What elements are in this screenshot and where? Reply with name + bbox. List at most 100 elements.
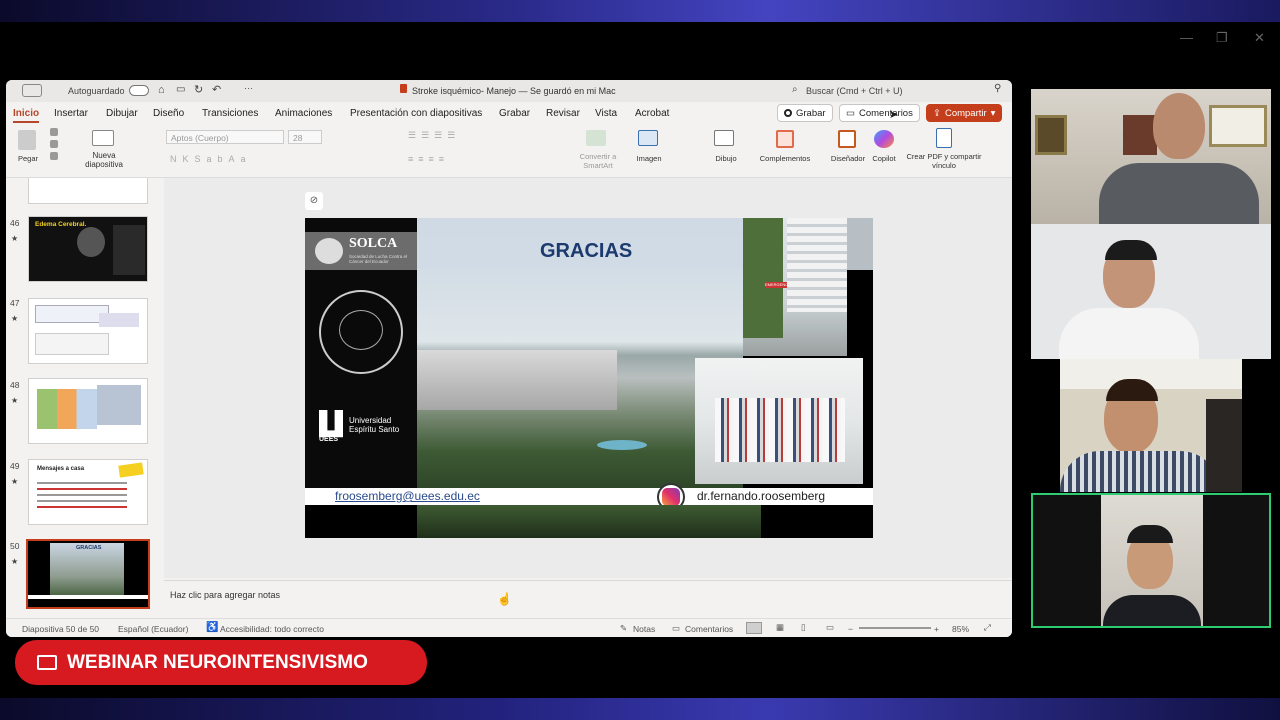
slide-sorter-icon[interactable]: ▦ xyxy=(776,622,784,633)
format-painter-icon[interactable] xyxy=(50,152,58,160)
notes-icon: ✎ xyxy=(620,623,628,633)
thumb-photo xyxy=(97,385,141,425)
picture-icon[interactable] xyxy=(638,130,658,146)
align-buttons[interactable]: ≡≡≡≡ xyxy=(408,154,449,164)
tab-dibujar[interactable]: Dibujar xyxy=(106,108,138,119)
list-buttons[interactable]: ☰☰☰☰ xyxy=(408,130,460,141)
save-icon[interactable]: ▭ xyxy=(176,84,185,95)
share-button[interactable]: ⇪ Compartir ▾ xyxy=(926,104,1003,122)
slideshow-icon[interactable]: ▭ xyxy=(826,622,834,633)
language[interactable]: Español (Ecuador) xyxy=(118,624,188,634)
record-label: Grabar xyxy=(796,107,826,119)
tab-acrobat[interactable]: Acrobat xyxy=(635,108,669,119)
current-slide[interactable]: SOLCA Sociedad de Lucha Contra el Cáncer… xyxy=(305,218,873,538)
zoom-out-icon[interactable]: − xyxy=(848,624,853,634)
font-name-select[interactable]: Aptos (Cuerpo) xyxy=(166,130,284,144)
tab-grabar[interactable]: Grabar xyxy=(499,108,530,119)
thumb-title: Mensajes a casa xyxy=(37,466,85,472)
comment-icon: ▭ xyxy=(846,107,855,119)
tab-vista[interactable]: Vista xyxy=(595,108,617,119)
account-icon[interactable]: ⚲ xyxy=(994,83,1001,94)
team-photo xyxy=(695,358,863,484)
tab-revisar[interactable]: Revisar xyxy=(546,108,580,119)
video-tile-active-speaker[interactable] xyxy=(1031,493,1271,628)
tab-transiciones[interactable]: Transiciones xyxy=(202,108,258,119)
tab-diseno[interactable]: Diseño xyxy=(153,108,184,119)
designer-suggest-icon[interactable]: ⊘ xyxy=(305,192,323,210)
restore-icon[interactable]: ❐ xyxy=(1216,30,1228,46)
minimize-icon[interactable]: — xyxy=(1180,30,1193,45)
slide-thumbnail[interactable]: Mensajes a casa xyxy=(28,459,148,525)
pdf-icon[interactable] xyxy=(936,128,952,148)
designer-icon[interactable] xyxy=(838,130,856,148)
participant-body xyxy=(1059,308,1199,359)
thumb-table xyxy=(35,305,109,323)
smartart-icon[interactable] xyxy=(586,130,606,146)
star-icon: ★ xyxy=(11,557,19,566)
tab-inicio[interactable]: Inicio xyxy=(13,108,40,123)
plaque-frame xyxy=(1123,115,1157,155)
copy-icon[interactable] xyxy=(50,140,58,148)
top-glow xyxy=(0,0,1280,22)
tab-insertar[interactable]: Insertar xyxy=(54,108,88,119)
ppt-file-icon xyxy=(400,84,407,93)
comments-label: Comentarios xyxy=(858,107,913,119)
record-button[interactable]: Grabar xyxy=(777,104,833,122)
zoom-slider[interactable] xyxy=(859,627,931,629)
notes-toggle[interactable]: Notas xyxy=(633,624,655,634)
designer-label: Diseñador xyxy=(830,154,866,163)
font-size-select[interactable]: 28 xyxy=(288,130,322,144)
notes-pane[interactable]: Haz clic para agregar notas xyxy=(164,580,1012,618)
normal-view-icon[interactable] xyxy=(746,622,762,634)
thumb-chart xyxy=(37,389,97,429)
redo-icon[interactable]: ↻ xyxy=(194,83,203,96)
zoom-in-icon[interactable]: + xyxy=(934,624,939,634)
fit-slide-icon[interactable]: ⤢ xyxy=(984,622,991,633)
picture-label: Imagen xyxy=(636,154,662,163)
video-tile-1[interactable] xyxy=(1031,89,1271,224)
record-icon xyxy=(784,109,792,117)
ribbon: Pegar Nueva diapositiva Aptos (Cuerpo) 2… xyxy=(6,124,1012,178)
close-icon[interactable]: ✕ xyxy=(1254,30,1265,46)
star-icon: ★ xyxy=(11,234,19,243)
accessibility-status[interactable]: Accesibilidad: todo correcto xyxy=(220,624,324,634)
home-icon[interactable]: ⌂ xyxy=(158,84,165,96)
comments-toggle[interactable]: Comentarios xyxy=(685,624,733,634)
slide-thumbnail-selected[interactable]: GRACIAS xyxy=(26,539,150,609)
reading-view-icon[interactable]: ▯ xyxy=(801,622,806,633)
webinar-banner: WEBINAR NEUROINTENSIVISMO xyxy=(15,640,427,685)
video-tile-2[interactable] xyxy=(1031,224,1271,359)
tab-presentacion[interactable]: Presentación con diapositivas xyxy=(350,108,482,119)
slide-thumbnail[interactable]: Edema Cerebral. xyxy=(28,216,148,282)
paste-icon[interactable] xyxy=(18,130,36,150)
tab-animaciones[interactable]: Animaciones xyxy=(275,108,332,119)
slide-thumbnail-45[interactable] xyxy=(28,178,148,204)
photo-strip xyxy=(847,218,873,270)
thumb-number: 50 xyxy=(10,541,20,551)
thumb-number: 48 xyxy=(10,380,20,390)
search-input[interactable]: Buscar (Cmd + Ctrl + U) xyxy=(806,86,903,96)
copilot-icon[interactable] xyxy=(874,130,894,148)
search-icon: ⌕ xyxy=(792,84,798,95)
pool xyxy=(597,440,647,450)
share-icon: ⇪ xyxy=(933,107,941,119)
drawing-icon[interactable] xyxy=(714,130,734,146)
document-title[interactable]: Stroke isquémico- Manejo — Se guardó en … xyxy=(412,86,616,96)
slide-thumbnail[interactable] xyxy=(28,378,148,444)
title-bar: Autoguardado ⌂ ▭ ↻ ↶ ··· Stroke isquémic… xyxy=(6,80,1012,102)
share-label: Compartir xyxy=(944,107,987,119)
email-link[interactable]: froosemberg@uees.edu.ec xyxy=(335,489,480,503)
zoom-level[interactable]: 85% xyxy=(952,624,969,634)
font-format-buttons[interactable]: NKSabAa xyxy=(170,154,252,164)
addins-icon[interactable] xyxy=(776,130,794,148)
autosave-toggle[interactable] xyxy=(129,85,149,96)
video-tile-3[interactable] xyxy=(1060,359,1242,492)
undo-icon[interactable]: ↶ xyxy=(212,83,221,96)
slide-thumbnail[interactable] xyxy=(28,298,148,364)
more-icon[interactable]: ··· xyxy=(244,83,253,93)
cut-icon[interactable] xyxy=(50,128,58,136)
participant-hair xyxy=(1105,240,1157,260)
comments-button[interactable]: ▭ Comentarios xyxy=(839,104,920,122)
new-slide-icon[interactable] xyxy=(92,130,114,146)
sidebar-toggle-icon[interactable] xyxy=(22,84,42,97)
